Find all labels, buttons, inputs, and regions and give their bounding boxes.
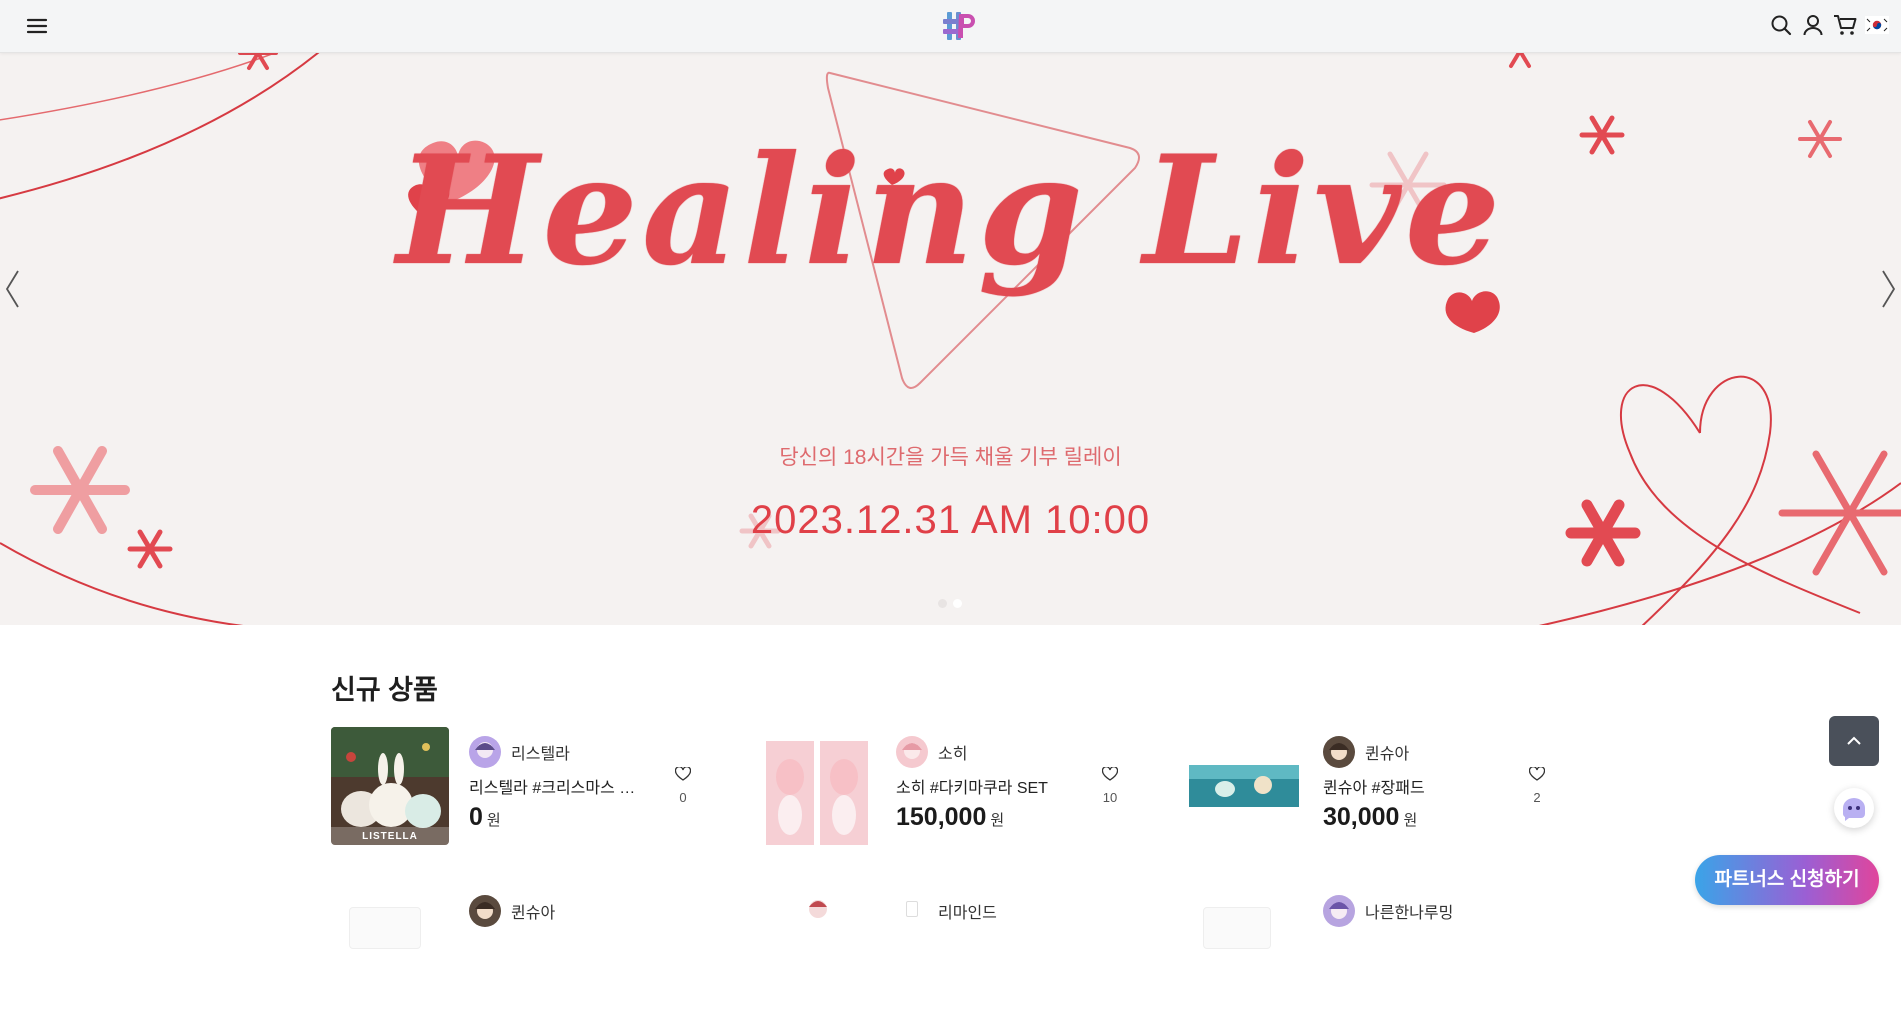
scroll-to-top-button[interactable] xyxy=(1829,716,1879,766)
product-card[interactable]: 리마인드 xyxy=(758,895,1158,1015)
hero-banner[interactable]: Healing Live 당신의 18시간을 가득 채울 기부 릴레이 2023… xyxy=(0,53,1901,625)
product-price: 0원 xyxy=(469,803,501,832)
product-thumbnail[interactable] xyxy=(349,907,421,949)
like-button[interactable]: 2 xyxy=(1525,766,1549,805)
avatar[interactable] xyxy=(469,736,501,768)
product-card[interactable]: 소히 소히 #다키마쿠라 SET 150,000 원 10 xyxy=(758,727,1158,847)
avatar[interactable] xyxy=(1323,895,1355,927)
avatar[interactable] xyxy=(1323,736,1355,768)
like-count: 2 xyxy=(1533,790,1541,805)
section-title-new-products: 신규 상품 xyxy=(331,675,438,705)
price-value: 0 xyxy=(469,803,483,831)
banner-subtitle: 당신의 18시간을 가득 채울 기부 릴레이 xyxy=(779,446,1122,469)
product-thumbnail[interactable] xyxy=(758,727,876,845)
korea-flag-icon[interactable] xyxy=(1865,12,1889,38)
product-card[interactable]: LISTELLA 리스텔라 리스텔라 #크리스마스 일... 0원 0 xyxy=(331,727,731,847)
search-icon[interactable] xyxy=(1769,12,1793,38)
banner-prev-arrow-icon[interactable] xyxy=(2,265,24,313)
currency-label: 원 xyxy=(990,812,1005,829)
like-button[interactable]: 10 xyxy=(1098,766,1122,805)
thumbnail-caption: LISTELLA xyxy=(362,831,418,842)
like-count: 10 xyxy=(1102,790,1118,805)
avatar[interactable] xyxy=(906,901,918,917)
banner-next-arrow-icon[interactable] xyxy=(1877,265,1899,313)
banner-pagination xyxy=(938,599,962,608)
product-thumbnail[interactable]: LISTELLA xyxy=(331,727,449,845)
like-button[interactable]: 0 xyxy=(671,766,695,805)
chatbot-button[interactable] xyxy=(1834,788,1874,828)
top-navigation-bar xyxy=(0,0,1901,53)
seller-name[interactable]: 리마인드 xyxy=(938,899,997,923)
heart-icon xyxy=(1101,766,1119,781)
seller-name[interactable]: 소히 xyxy=(938,740,967,764)
site-logo[interactable] xyxy=(940,8,978,44)
heart-icon xyxy=(1528,766,1546,781)
product-thumbnail[interactable] xyxy=(1203,907,1271,949)
product-name[interactable]: 퀸슈아 #장패드 xyxy=(1323,774,1498,798)
avatar[interactable] xyxy=(469,895,501,927)
seller-name[interactable]: 리스텔라 xyxy=(511,740,570,764)
seller-name[interactable]: 퀸슈아 xyxy=(1365,740,1409,764)
chatbot-icon xyxy=(1843,798,1865,821)
product-card[interactable]: 나른한나루밍 xyxy=(1185,895,1585,1015)
partners-apply-button[interactable]: 파트너스 신청하기 xyxy=(1695,855,1879,905)
chevron-up-icon xyxy=(1847,736,1861,745)
product-thumbnail[interactable] xyxy=(800,895,836,925)
hamburger-icon[interactable] xyxy=(24,14,50,38)
price-value: 150,000 xyxy=(896,803,987,831)
banner-date: 2023.12.31 AM 10:00 xyxy=(750,498,1151,542)
product-price: 30,000 원 xyxy=(1323,803,1417,832)
product-card[interactable]: 퀸슈아 퀸슈아 #장패드 30,000 원 2 xyxy=(1185,727,1585,847)
seller-name[interactable]: 퀸슈아 xyxy=(511,899,555,923)
currency-label: 원 xyxy=(486,812,501,829)
product-name[interactable]: 소히 #다키마쿠라 SET xyxy=(896,774,1071,798)
banner-dot-2[interactable] xyxy=(953,599,962,608)
heart-icon xyxy=(674,766,692,781)
product-name[interactable]: 리스텔라 #크리스마스 일... xyxy=(469,774,644,798)
like-count: 0 xyxy=(679,790,687,805)
price-value: 30,000 xyxy=(1323,803,1400,831)
avatar[interactable] xyxy=(896,736,928,768)
product-thumbnail[interactable] xyxy=(1185,727,1303,845)
product-card[interactable]: 퀸슈아 xyxy=(331,895,731,1015)
cart-icon[interactable] xyxy=(1833,12,1857,38)
user-icon[interactable] xyxy=(1801,12,1825,38)
seller-name[interactable]: 나른한나루밍 xyxy=(1365,899,1453,923)
currency-label: 원 xyxy=(1403,812,1418,829)
banner-dot-1[interactable] xyxy=(938,599,947,608)
banner-headline: Healing Live xyxy=(396,123,1505,299)
product-price: 150,000 원 xyxy=(896,803,1004,832)
